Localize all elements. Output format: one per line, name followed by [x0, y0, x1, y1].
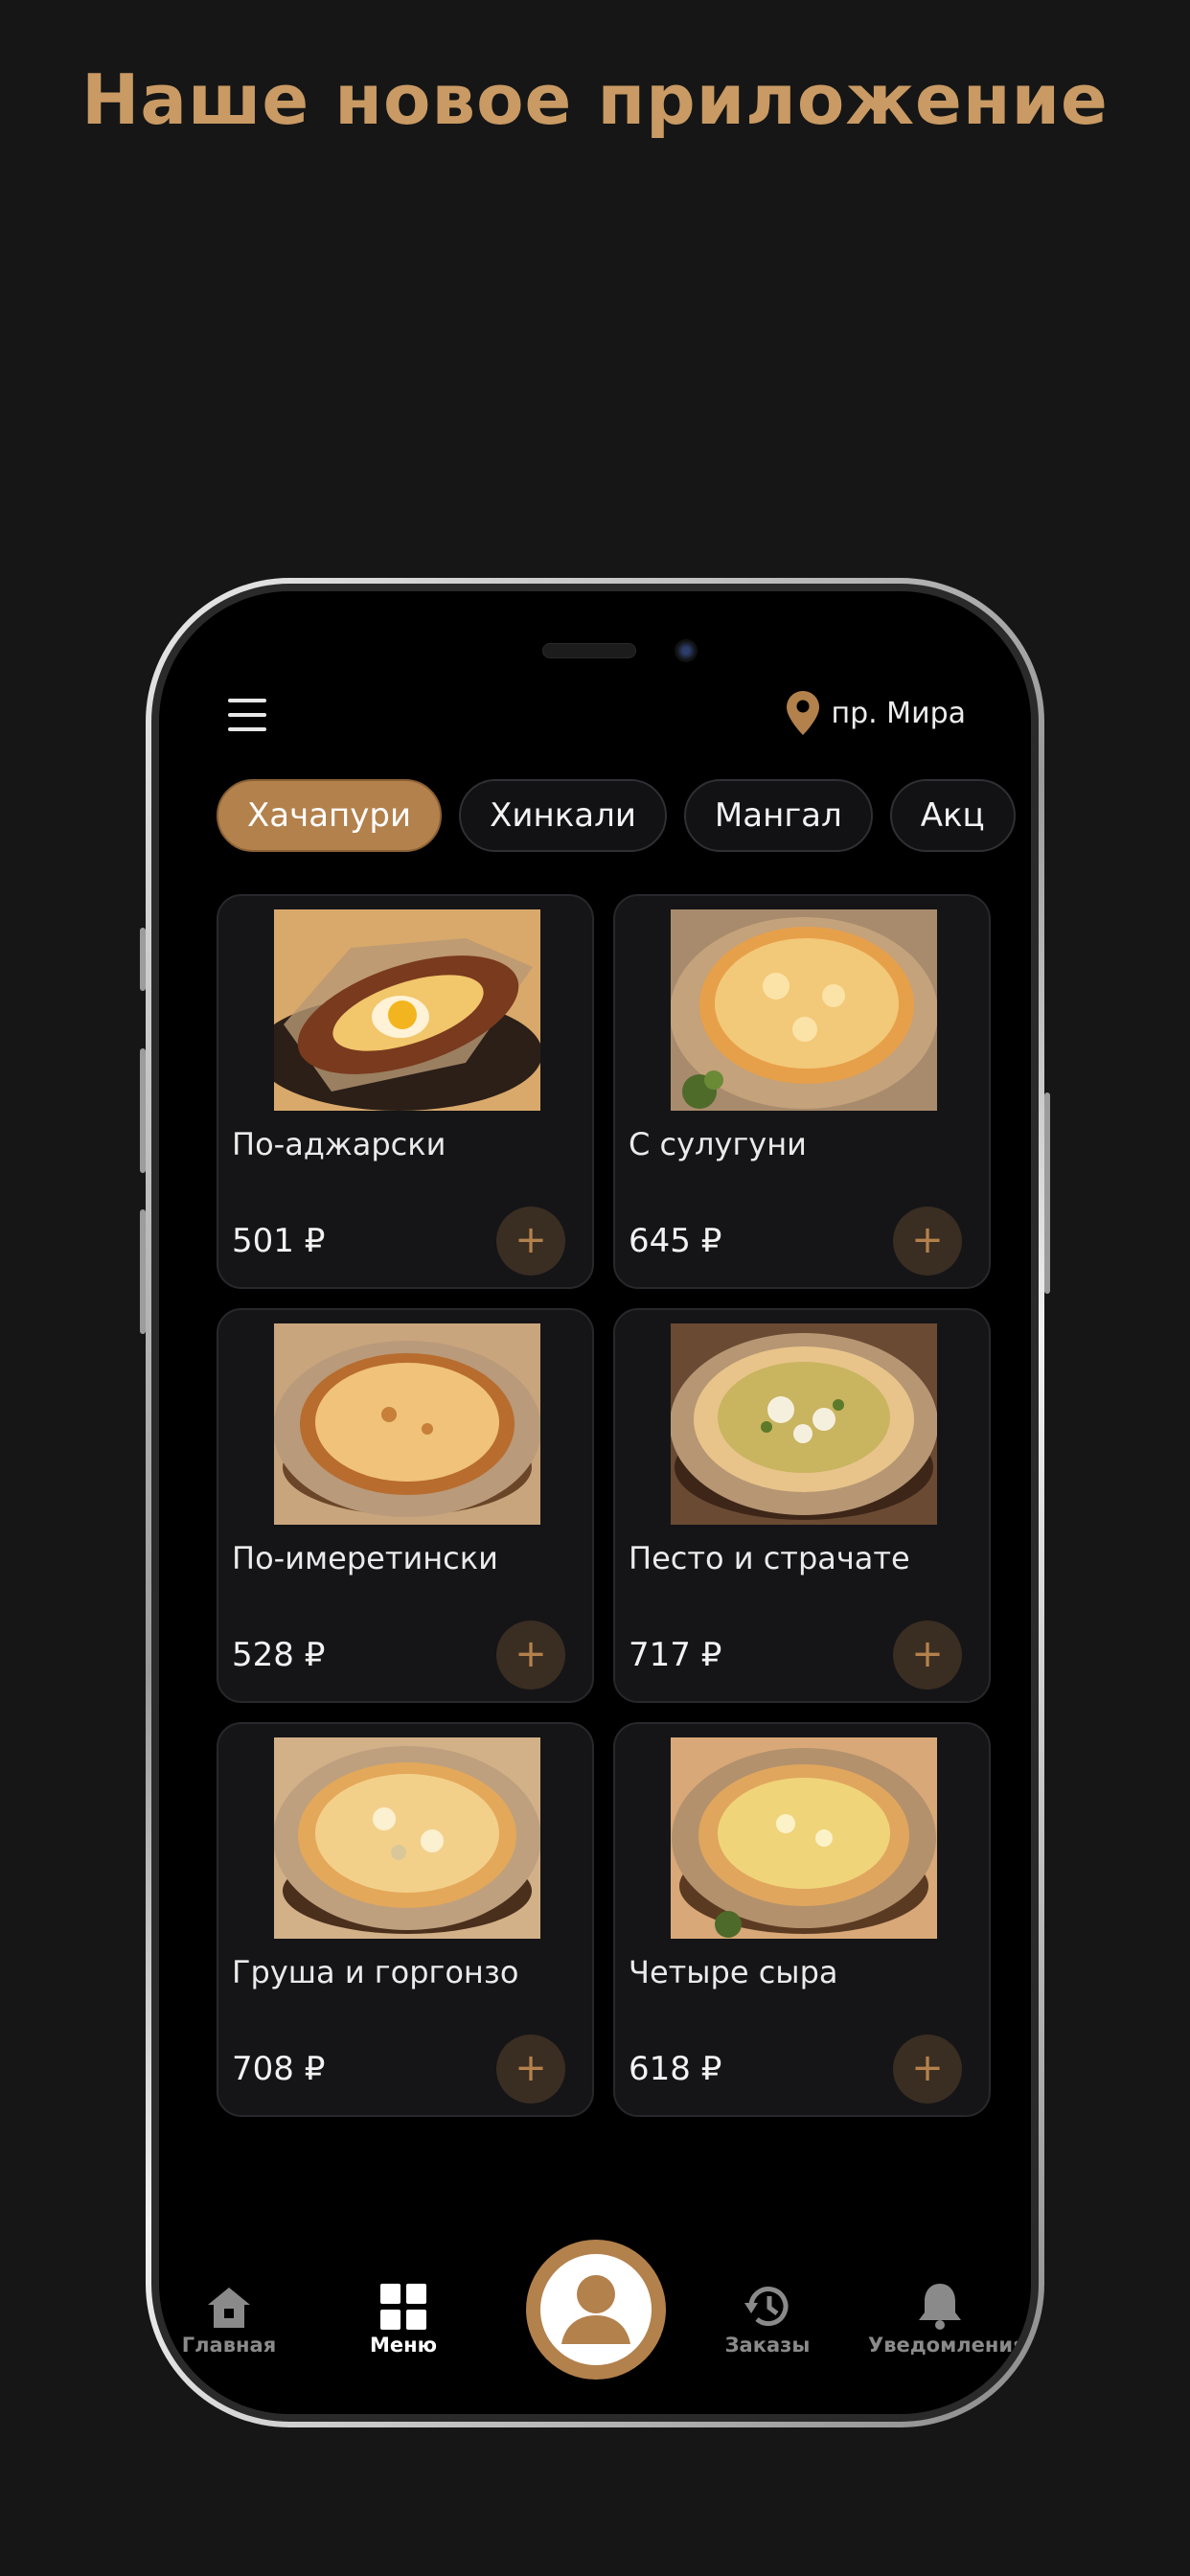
nav-notifications-label: Уведомления: [868, 2334, 1026, 2357]
product-name: Песто и страчате: [629, 1540, 910, 1576]
profile-button[interactable]: [526, 2240, 666, 2380]
product-card[interactable]: Груша и горгонзо 708 ₽ +: [217, 1722, 594, 2117]
tab-promotions[interactable]: Акц: [889, 779, 1016, 852]
phone-frame: пр. Мира Хачапури Хинкали Мангал Акц По-…: [146, 578, 1044, 2427]
tab-khachapuri[interactable]: Хачапури: [217, 779, 443, 852]
product-name: С сулугуни: [629, 1126, 807, 1162]
nav-home[interactable]: Главная: [159, 2280, 301, 2357]
nav-notifications[interactable]: Уведомления: [868, 2280, 1026, 2357]
profile-icon: [540, 2254, 652, 2365]
product-grid: По-аджарски 501 ₽ + С сулугуни 645 ₽ + П…: [217, 894, 991, 2117]
add-to-cart-button[interactable]: +: [893, 2035, 962, 2104]
grid-icon: [380, 2284, 426, 2330]
nav-menu[interactable]: Меню: [332, 2280, 475, 2357]
location-selector[interactable]: пр. Мира: [787, 691, 966, 735]
nav-orders[interactable]: Заказы: [696, 2280, 839, 2357]
nav-orders-label: Заказы: [724, 2334, 811, 2357]
nav-home-label: Главная: [181, 2334, 277, 2357]
product-price: 618 ₽: [629, 2050, 722, 2088]
add-to-cart-button[interactable]: +: [496, 1621, 565, 1690]
product-image: [671, 1323, 937, 1525]
app-screen: пр. Мира Хачапури Хинкали Мангал Акц По-…: [159, 591, 1031, 2414]
location-label: пр. Мира: [831, 696, 966, 730]
location-pin-icon: [787, 691, 820, 735]
add-to-cart-button[interactable]: +: [893, 1621, 962, 1690]
menu-icon[interactable]: [228, 699, 266, 731]
bell-icon: [919, 2284, 961, 2330]
product-price: 501 ₽: [232, 1222, 326, 1260]
product-image: [274, 1323, 540, 1525]
product-price: 708 ₽: [232, 2050, 326, 2088]
product-name: Четыре сыра: [629, 1954, 838, 1990]
history-icon: [744, 2287, 789, 2327]
category-tabs: Хачапури Хинкали Мангал Акц: [217, 779, 1019, 856]
phone-power-button: [1044, 1092, 1050, 1294]
add-to-cart-button[interactable]: +: [496, 2035, 565, 2104]
product-image: [274, 1737, 540, 1939]
product-image: [274, 909, 540, 1111]
add-to-cart-button[interactable]: +: [496, 1207, 565, 1276]
bottom-nav: Главная Меню Заказы Уведомления: [159, 2240, 1031, 2393]
product-card[interactable]: С сулугуни 645 ₽ +: [613, 894, 991, 1289]
product-name: По-имеретински: [232, 1540, 498, 1576]
product-price: 528 ₽: [232, 1636, 326, 1674]
product-card[interactable]: По-аджарски 501 ₽ +: [217, 894, 594, 1289]
add-to-cart-button[interactable]: +: [893, 1207, 962, 1276]
product-image: [671, 1737, 937, 1939]
product-name: Груша и горгонзо: [232, 1954, 519, 1990]
product-card[interactable]: Песто и страчате 717 ₽ +: [613, 1308, 991, 1703]
product-card[interactable]: Четыре сыра 618 ₽ +: [613, 1722, 991, 2117]
page-headline: Наше новое приложение: [81, 59, 1109, 140]
product-name: По-аджарски: [232, 1126, 446, 1162]
tab-khinkali[interactable]: Хинкали: [459, 779, 667, 852]
nav-menu-label: Меню: [369, 2334, 438, 2357]
product-price: 717 ₽: [629, 1636, 722, 1674]
tab-mangal[interactable]: Мангал: [683, 779, 873, 852]
product-price: 645 ₽: [629, 1222, 722, 1260]
product-card[interactable]: По-имеретински 528 ₽ +: [217, 1308, 594, 1703]
phone-speaker: [542, 643, 636, 658]
phone-camera: [675, 639, 698, 662]
home-icon: [208, 2288, 250, 2328]
product-image: [671, 909, 937, 1111]
